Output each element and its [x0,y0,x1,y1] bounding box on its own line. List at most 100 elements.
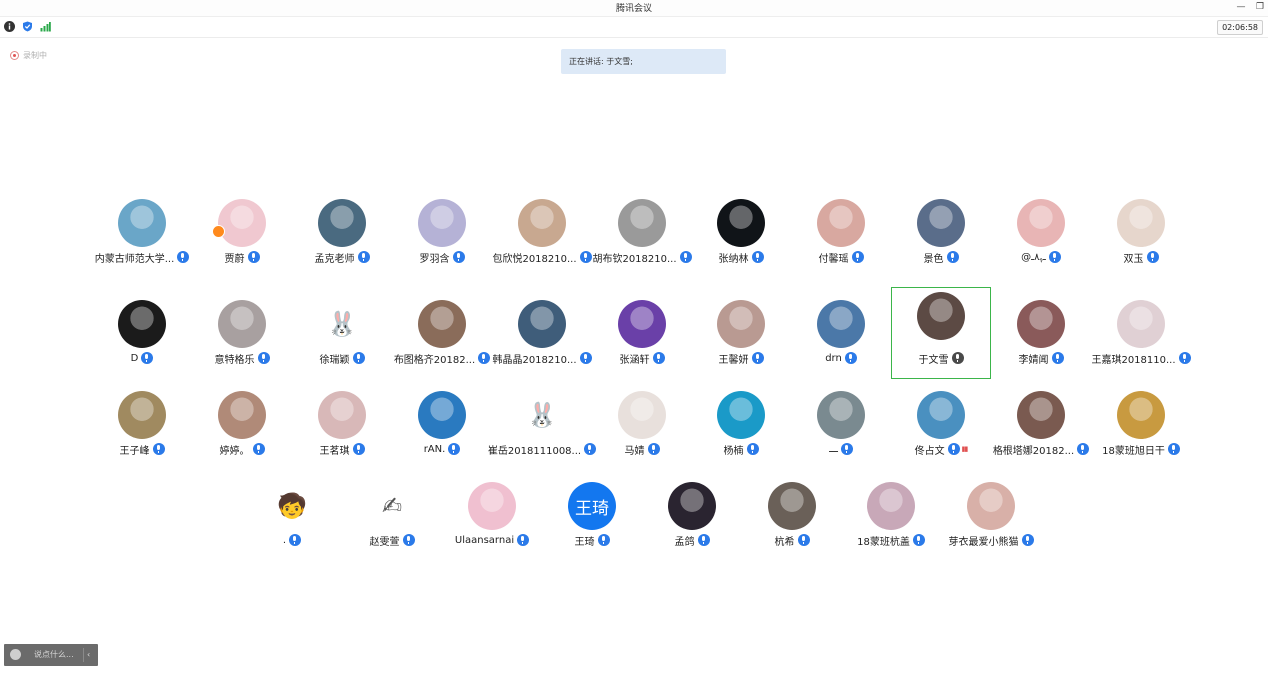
participant-tile[interactable]: 胡布钦2018210... [592,186,692,278]
participant-tile[interactable]: 18蒙班杭盖 [841,469,941,561]
participant-avatar [817,300,865,348]
participant-tile[interactable]: 孟克老师 [292,186,392,278]
participant-tile[interactable]: 张纳林 [691,186,791,278]
restore-button[interactable]: ❐ [1251,0,1268,14]
participant-tile[interactable]: 贾蔚 [192,186,292,278]
participant-tile[interactable]: drn [791,287,891,379]
participant-tile[interactable]: 意特格乐 [192,287,292,379]
participant-name: 王子峰 [119,445,150,457]
participant-name-line: 婷婷。 [192,442,292,457]
microphone-icon [751,251,764,263]
minimize-button[interactable]: — [1232,0,1250,14]
participant-tile[interactable]: D [92,287,192,379]
participant-name: 18蒙班杭盖 [857,536,910,548]
participant-tile[interactable]: 李婧闻 [991,287,1091,379]
chat-bar[interactable]: 说点什么... ‹ [4,644,98,666]
participant-name-line: 孟鸽 [642,533,742,548]
participant-name: 王馨妍 [718,354,749,366]
participant-avatar [318,199,366,247]
collapse-chat-button[interactable]: ‹ [87,644,90,666]
participant-name-line: 罗羽含 [392,250,492,265]
participant-name: 徐瑞颖 [319,354,350,366]
participant-avatar [967,482,1015,530]
chat-input[interactable]: 说点什么... [34,644,74,666]
participant-name: . [282,534,287,546]
participant-name: 孟克老师 [314,253,355,265]
participant-tile[interactable]: 张涵轩 [592,287,692,379]
microphone-icon [1167,443,1180,455]
participant-avatar [218,199,266,247]
participant-avatar [118,199,166,247]
participant-name-line: 佟占文 ▮▮ [891,442,991,457]
participant-name-line: 18蒙班杭盖 [841,533,941,548]
participant-tile[interactable]: 芽衣最爱小熊猫 [941,469,1041,561]
participant-tile[interactable]: 付馨瑶 [791,186,891,278]
participant-name-line: 王琦 [542,533,642,548]
participant-name-line: 张纳林 [691,250,791,265]
participant-tile[interactable]: ✍ 赵雯萱 [342,469,442,561]
participant-name: 内蒙古师范大学... [94,253,175,265]
participant-tile[interactable]: 包欣悦2018210... [492,186,592,278]
participant-tile[interactable]: 🧒. [242,469,342,561]
participant-tile[interactable]: 马婧 [592,378,692,470]
participant-tile[interactable]: 景色 [891,186,991,278]
participant-tile[interactable]: 格根塔娜20182... [991,378,1091,470]
participant-name-line: 付馨瑶 [791,250,891,265]
doodle-avatar-icon: ✍ [368,482,416,530]
recording-label: 录制中 [23,51,47,60]
participant-avatar [867,482,915,530]
participant-tile[interactable]: 🐰 崔岳2018111008... [488,378,597,470]
participant-tile[interactable]: 王茗琪 [292,378,392,470]
microphone-icon [597,534,610,546]
participant-tile[interactable]: 布图格齐20182... [392,287,492,379]
participant-tile[interactable]: Ulaansarnai [442,469,542,561]
participant-avatar [1017,391,1065,439]
participant-avatar [518,300,566,348]
participant-tile[interactable]: 孟鸽 [642,469,742,561]
signal-icon[interactable] [40,21,51,32]
participant-tile[interactable]: 🐰 徐瑞颖 [292,287,392,379]
participant-name-line: 张涵轩 [592,351,692,366]
participant-tile[interactable]: 双玉 [1091,186,1191,278]
participant-avatar [1117,199,1165,247]
participant-name: 马婧 [624,445,645,457]
security-shield-icon[interactable] [22,21,33,32]
participant-tile[interactable]: ـــ [791,378,891,470]
participant-tile[interactable]: 王子峰 [92,378,192,470]
info-icon[interactable] [4,21,15,32]
participant-name-line: 贾蔚 [192,250,292,265]
participant-tile[interactable]: @ـﮩ٨ـ [991,186,1091,278]
participant-tile[interactable]: rAN. [392,378,492,470]
participant-avatar [418,300,466,348]
participant-name: 张涵轩 [619,354,650,366]
participant-name: 张纳林 [718,253,749,265]
participant-name: 胡布钦2018210... [592,253,677,265]
participant-tile[interactable]: 18蒙班旭日干 [1091,378,1191,470]
participant-tile[interactable]: 杨楠 [691,378,791,470]
microphone-icon [448,443,461,455]
participant-tile[interactable]: 王嘉琪2018110... [1091,287,1191,379]
participant-tile[interactable]: 内蒙古师范大学... [92,186,192,278]
participant-avatar [1117,300,1165,348]
recording-indicator[interactable]: 录制中 [10,50,47,61]
participant-tile[interactable]: 婷婷。 [192,378,292,470]
participant-name: D [130,352,139,364]
participant-avatar [1017,300,1065,348]
participant-avatar [917,199,965,247]
participant-tile[interactable]: 罗羽含 [392,186,492,278]
participant-avatar [318,391,366,439]
participant-avatar [618,391,666,439]
participant-avatar [218,391,266,439]
participant-tile[interactable]: 韩晶晶2018210... [492,287,592,379]
participant-tile[interactable]: 佟占文 ▮▮ [891,378,991,470]
emoji-icon[interactable] [10,649,21,660]
participant-tile[interactable]: 杭希 [742,469,842,561]
participant-name-line: 布图格齐20182... [392,351,492,366]
participant-avatar [518,199,566,247]
participant-tile[interactable]: 王琦 王琦 [542,469,642,561]
participant-name: 杨楠 [723,445,744,457]
participant-tile[interactable]: 王馨妍 [691,287,791,379]
participant-name: @ـﮩ٨ـ [1021,251,1046,263]
participant-tile[interactable]: 于文雪 [891,287,991,379]
participant-name: rAN. [423,443,446,455]
